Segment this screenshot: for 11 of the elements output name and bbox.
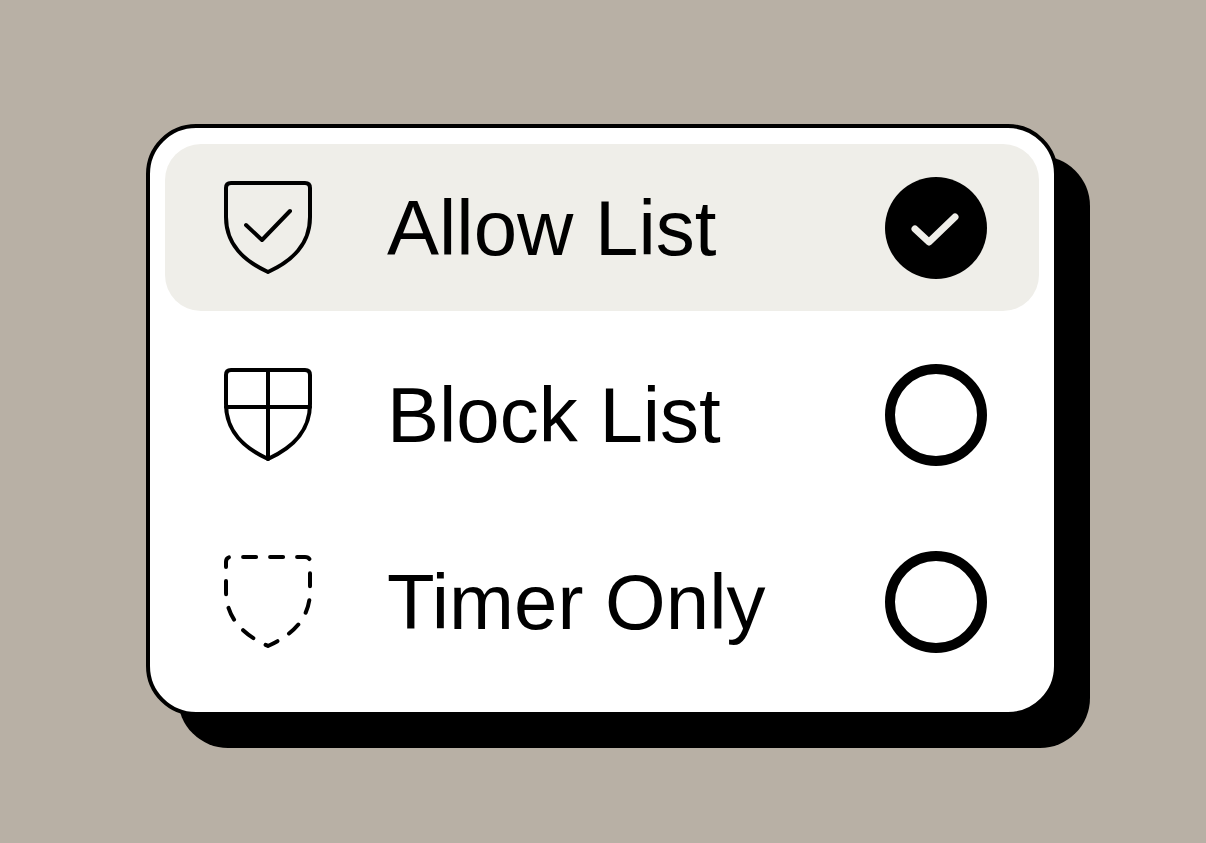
radio-button[interactable] bbox=[885, 550, 987, 653]
option-label: Allow List bbox=[387, 188, 718, 267]
quartered-shield-icon bbox=[222, 367, 314, 462]
radio-button[interactable] bbox=[885, 176, 987, 279]
option-row[interactable]: Timer Only bbox=[165, 518, 1039, 685]
option-row[interactable]: Block List bbox=[165, 331, 1039, 498]
shield-check-icon bbox=[222, 180, 314, 275]
radio-button[interactable] bbox=[885, 363, 987, 466]
option-label: Block List bbox=[387, 375, 722, 454]
option-row[interactable]: Allow List bbox=[165, 144, 1039, 311]
dashed-shield-icon bbox=[222, 554, 314, 649]
